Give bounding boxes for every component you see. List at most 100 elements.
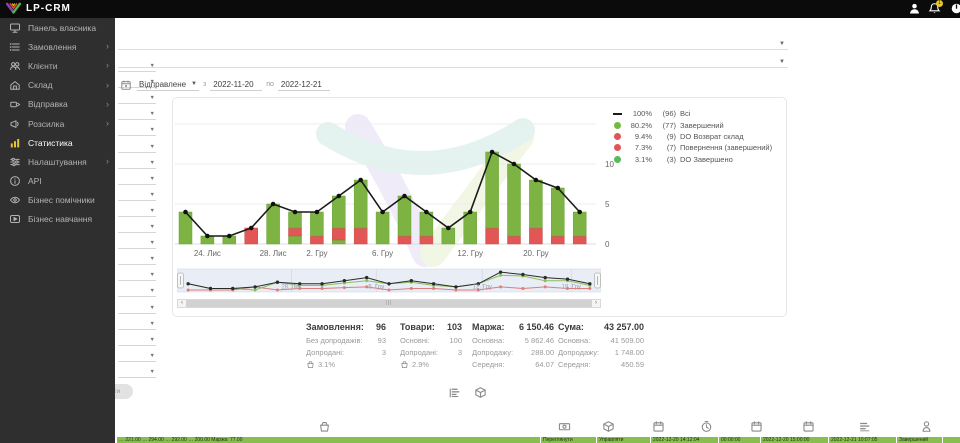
chevron-right-icon: › (106, 81, 109, 90)
scrollbar-grip-icon: ||| (386, 300, 393, 307)
lp-crm-logo-icon[interactable] (5, 1, 22, 21)
chart-lines-icon (858, 420, 871, 433)
order-action-cell[interactable]: Управляти (596, 437, 648, 443)
filter-select[interactable]: ▼ (118, 281, 156, 297)
sidebar-item-shipping[interactable]: Відправка› (0, 95, 115, 114)
stat-sub-value: 5 862.46 (525, 336, 554, 345)
chevron-down-icon: ▼ (150, 353, 155, 359)
svg-text:0: 0 (605, 240, 610, 249)
sidebar-item-statistics[interactable]: Статистика (0, 133, 115, 152)
stat-basket-pct: 2.9% (412, 360, 429, 369)
svg-text:6. Гру: 6. Гру (372, 249, 393, 258)
person-icon (920, 420, 933, 433)
filter-select[interactable]: ▼ (118, 169, 156, 185)
basket-icon (400, 360, 409, 369)
legend-count: (7) (656, 143, 676, 152)
legend-item[interactable]: 7.3%(7)Повернення (завершений) (613, 142, 783, 153)
stat-title-value: 96 (376, 322, 386, 332)
stat-sub-label: Без допродажів: (306, 336, 363, 345)
stat-sub-label: Допродажу: (472, 348, 513, 357)
sidebar-item-label: Бізнес помічники (28, 195, 95, 205)
user-icon[interactable] (908, 2, 922, 16)
svg-text:2. Гру: 2. Гру (306, 249, 327, 258)
order-summary: … 221.00 … 294.00 … 292.00 … 200.00 Марж… (119, 437, 242, 443)
filter-select[interactable]: ▼ (118, 297, 156, 313)
chart-navigator[interactable]: 28. Лис5. Гру12. Гру19. Гру (177, 268, 601, 298)
calendar-icon (120, 79, 132, 91)
sidebar-item-clients[interactable]: Клієнти› (0, 56, 115, 75)
scrollbar-left-arrow[interactable]: ‹ (178, 300, 186, 307)
stat-sub-label: Основні: (400, 336, 430, 345)
svg-text:24. Лис: 24. Лис (194, 249, 221, 258)
legend-percent: 9.4% (626, 132, 652, 141)
sidebar-item-mailing[interactable]: Розсилка› (0, 114, 115, 133)
stat-title-row: Товари: 103 (400, 322, 462, 332)
filter-select[interactable]: ▼ (118, 330, 156, 346)
filter-select[interactable]: ▼ (118, 314, 156, 330)
stat-title-label: Товари: (400, 322, 435, 332)
logout-icon[interactable] (950, 2, 960, 16)
stat-title-value: 103 (447, 322, 462, 332)
sidebar-item-orders[interactable]: Замовлення› (0, 37, 115, 56)
filter-select[interactable]: ▼ (118, 104, 156, 120)
list-view-toggle[interactable] (448, 386, 461, 399)
chevron-down-icon: ▼ (150, 337, 155, 343)
helpers-icon (9, 194, 21, 206)
top-filter-select-2[interactable]: ▼ (118, 49, 788, 68)
chevron-down-icon: ▼ (150, 160, 155, 166)
filter-select[interactable]: ▼ (118, 362, 156, 378)
chevron-down-icon: ▼ (150, 95, 155, 101)
warehouse-icon (9, 79, 21, 91)
top-filter-select-1[interactable]: ▼ (118, 31, 788, 50)
chevron-down-icon: ▼ (150, 305, 155, 311)
filter-select[interactable]: ▼ (118, 153, 156, 169)
chevron-down-icon: ▼ (779, 41, 785, 47)
filter-select[interactable]: ▼ (118, 217, 156, 233)
filter-select[interactable]: ▼ (118, 249, 156, 265)
legend-dot-marker (613, 132, 622, 141)
date-type-select[interactable]: Відправлене ▼ (137, 79, 199, 91)
chevron-down-icon: ▼ (150, 208, 155, 214)
date-from-input[interactable]: 2022-11-20 (210, 79, 262, 91)
legend-item[interactable]: 80.2%(77)Завершений (613, 119, 783, 130)
filter-select[interactable]: ▼ (118, 185, 156, 201)
stat-sub-label: Середня: (558, 360, 590, 369)
legend-item[interactable]: 9.4%(9)DO Возврат склад (613, 131, 783, 142)
sidebar-item-warehouse[interactable]: Склад› (0, 76, 115, 95)
stat-title-row: Маржа:6 150.46 (472, 322, 554, 332)
video-icon (9, 213, 21, 225)
legend-label: Всі (680, 109, 690, 118)
money-icon (558, 420, 571, 433)
filter-select[interactable]: ▼ (118, 265, 156, 281)
stat-sub-value: 100 (449, 336, 462, 345)
order-data-cell: 2022-12-20 15:00:00 (760, 437, 826, 443)
legend-item[interactable]: 3.1%(3)DO Завершено (613, 154, 783, 165)
sidebar-item-business-training[interactable]: Бізнес навчання (0, 210, 115, 229)
filter-select[interactable]: ▼ (118, 346, 156, 362)
date-to-word: по (266, 81, 274, 88)
filter-select[interactable]: ▼ (118, 56, 156, 72)
order-action-cell[interactable]: Переглянути (540, 437, 594, 443)
filter-select[interactable]: ▼ (118, 233, 156, 249)
scrollbar-thumb[interactable]: ||| (186, 300, 592, 307)
chart-scrollbar[interactable]: ||| ‹ › (177, 299, 601, 308)
scrollbar-right-arrow[interactable]: › (592, 300, 600, 307)
legend-dot-marker (613, 143, 622, 152)
filter-select[interactable]: ▼ (118, 136, 156, 152)
calendar-icon (750, 420, 763, 433)
sidebar-item-settings[interactable]: Налаштування› (0, 152, 115, 171)
sidebar-item-business-helpers[interactable]: Бізнес помічники (0, 191, 115, 210)
legend-item[interactable]: 100%(96)Всі (613, 108, 783, 119)
sidebar-item-api[interactable]: API (0, 172, 115, 191)
brand-title: LP-CRM (26, 3, 71, 14)
chevron-down-icon: ▼ (150, 224, 155, 230)
order-row[interactable]: … 221.00 … 294.00 … 292.00 … 200.00 Марж… (117, 437, 960, 443)
product-view-toggle[interactable] (474, 386, 487, 399)
filter-select[interactable]: ▼ (118, 201, 156, 217)
date-to-input[interactable]: 2022-12-21 (278, 79, 330, 91)
svg-text:28. Лис: 28. Лис (281, 285, 301, 291)
filter-select[interactable]: ▼ (118, 120, 156, 136)
stat-column: Товари:103Основні:100Допродані:32.9% (400, 322, 462, 369)
legend-label: Завершений (680, 121, 724, 130)
legend-line-marker (613, 109, 622, 118)
